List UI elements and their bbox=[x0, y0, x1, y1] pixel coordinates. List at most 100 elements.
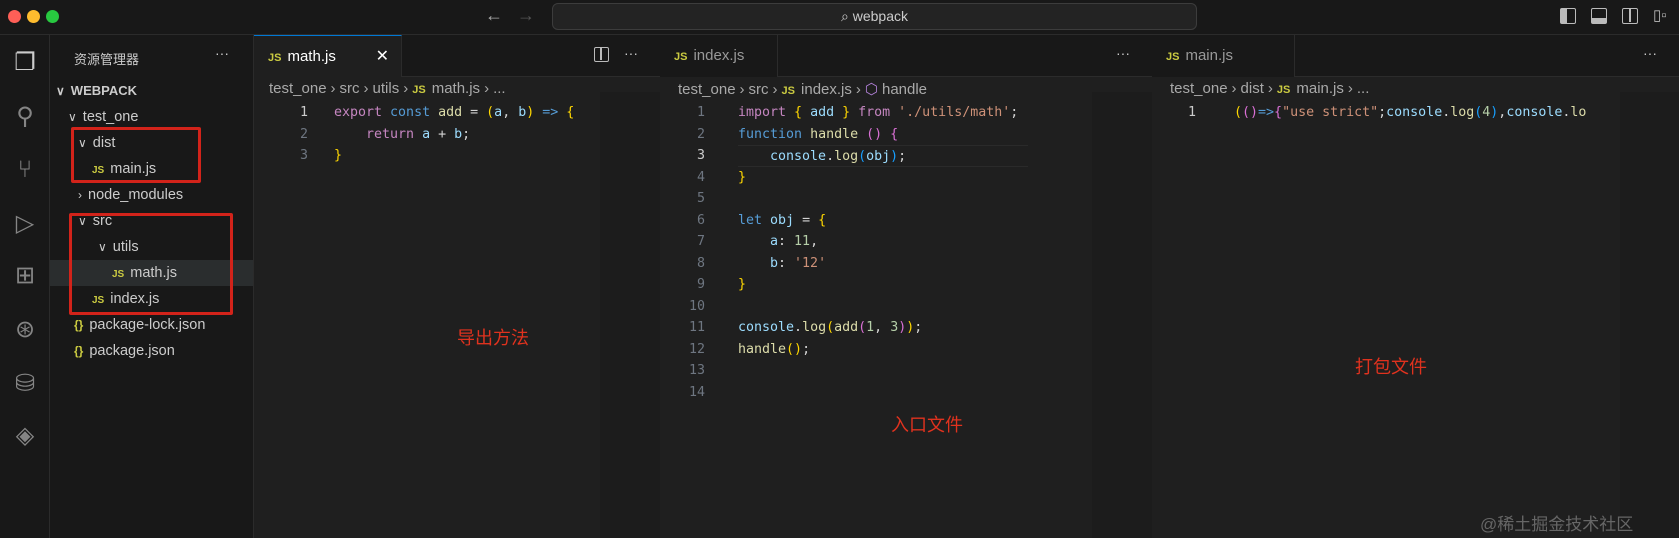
layers-icon[interactable]: ◈ bbox=[8, 419, 42, 453]
code-token: { bbox=[794, 105, 811, 120]
line-number: 2 bbox=[696, 126, 705, 142]
code-token: ( bbox=[826, 320, 835, 335]
breadcrumb-item[interactable]: ... bbox=[493, 80, 506, 97]
code-token: ( bbox=[486, 105, 495, 120]
minimap[interactable] bbox=[1092, 92, 1152, 538]
back-arrow-icon[interactable]: ← bbox=[485, 5, 503, 26]
breadcrumb-item[interactable]: ... bbox=[1357, 80, 1370, 97]
line-number: 14 bbox=[688, 384, 705, 400]
code-token: 3 bbox=[890, 320, 899, 335]
code-token: + bbox=[430, 126, 455, 142]
tree-item[interactable]: {} package.json bbox=[50, 338, 253, 364]
customize-layout-icon[interactable]: ▯▫ bbox=[1653, 6, 1667, 24]
chevron-right-icon: › bbox=[739, 81, 745, 98]
code-token: 1 bbox=[866, 320, 875, 335]
search-icon[interactable]: ⚲ bbox=[8, 100, 42, 134]
code-line[interactable]: } bbox=[738, 274, 746, 296]
code-line[interactable]: import { add } from './utils/math'; bbox=[738, 102, 1018, 124]
toggle-primary-sidebar-icon[interactable] bbox=[1560, 8, 1576, 24]
code-token: => bbox=[1258, 105, 1275, 120]
code-token: } bbox=[834, 105, 859, 120]
code-token: add bbox=[834, 320, 859, 335]
tree-item[interactable]: {} package-lock.json bbox=[50, 312, 253, 338]
code-line[interactable]: } bbox=[334, 145, 342, 167]
editor-more-button[interactable]: ··· bbox=[624, 45, 638, 61]
toggle-secondary-sidebar-icon[interactable] bbox=[1622, 8, 1638, 24]
activity-bar: ❐ ⚲ ⑂ ▷ ⊞ ⊛ ⛁ ◈ bbox=[0, 35, 50, 538]
extensions-icon[interactable]: ⊞ bbox=[8, 259, 42, 293]
annotation-export: 导出方法 bbox=[457, 328, 529, 348]
js-file-icon: JS bbox=[268, 52, 282, 64]
source-control-icon[interactable]: ⑂ bbox=[8, 153, 42, 187]
tab-main-js[interactable]: JS main.js bbox=[1152, 35, 1295, 77]
command-center-search[interactable]: ⌕ webpack bbox=[552, 3, 1197, 30]
run-debug-icon[interactable]: ▷ bbox=[8, 207, 42, 241]
git-graph-icon[interactable]: ⊛ bbox=[8, 313, 42, 347]
breadcrumb-item[interactable]: utils bbox=[373, 80, 400, 97]
breadcrumb-item[interactable]: test_one bbox=[269, 80, 327, 97]
highlight-box-dist bbox=[71, 127, 201, 183]
breadcrumb-item[interactable]: math.js bbox=[432, 80, 480, 97]
code-token: b bbox=[454, 126, 463, 142]
minimap[interactable] bbox=[1620, 92, 1679, 538]
tree-item-label: package.json bbox=[89, 343, 175, 359]
code-line[interactable]: a: 11, bbox=[738, 231, 818, 253]
json-file-icon: {} bbox=[74, 318, 84, 332]
code-token: lo bbox=[1570, 105, 1587, 120]
chevron-down-icon: ∨ bbox=[68, 110, 77, 124]
workspace-root[interactable]: ∨ WEBPACK bbox=[56, 78, 137, 104]
line-number: 3 bbox=[299, 148, 308, 163]
breadcrumb-item[interactable]: src bbox=[749, 81, 769, 98]
split-editor-icon[interactable] bbox=[594, 47, 609, 62]
code-line[interactable]: } bbox=[738, 167, 746, 189]
code-token: add bbox=[810, 105, 835, 120]
code-line[interactable]: b: '12' bbox=[738, 253, 826, 275]
code-line[interactable]: handle(); bbox=[738, 339, 810, 361]
breadcrumb-item[interactable]: handle bbox=[882, 81, 927, 98]
code-token: import bbox=[738, 105, 795, 120]
line-number: 10 bbox=[688, 298, 705, 314]
breadcrumb-item[interactable]: dist bbox=[1241, 80, 1264, 97]
breadcrumb-item[interactable]: index.js bbox=[801, 81, 852, 98]
close-window-button[interactable] bbox=[8, 10, 21, 23]
json-file-icon: {} bbox=[74, 344, 84, 358]
editor-more-button[interactable]: ··· bbox=[1116, 45, 1130, 61]
tree-item[interactable]: › node_modules bbox=[50, 182, 253, 208]
minimap[interactable] bbox=[600, 92, 660, 538]
database-icon[interactable]: ⛁ bbox=[8, 367, 42, 401]
breadcrumb-item[interactable]: main.js bbox=[1296, 80, 1344, 97]
code-line[interactable]: export const add = (a, b) => { bbox=[334, 102, 574, 124]
minimize-window-button[interactable] bbox=[27, 10, 40, 23]
code-line[interactable]: return a + b; bbox=[334, 124, 470, 146]
maximize-window-button[interactable] bbox=[46, 10, 59, 23]
chevron-right-icon: › bbox=[363, 80, 369, 97]
code-line[interactable]: console.log(add(1, 3)); bbox=[738, 317, 922, 339]
breadcrumb-item[interactable]: test_one bbox=[1170, 80, 1228, 97]
close-tab-icon[interactable]: ✕ bbox=[376, 36, 389, 78]
code-token: 11 bbox=[794, 234, 811, 249]
explorer-icon[interactable]: ❐ bbox=[8, 46, 42, 80]
editor-more-button[interactable]: ··· bbox=[1643, 45, 1657, 61]
line-number: 12 bbox=[688, 341, 705, 357]
code-line[interactable]: console.log(obj); bbox=[738, 145, 1028, 167]
code-line[interactable]: (()=>{"use strict";console.log(4),consol… bbox=[1234, 102, 1586, 124]
toggle-panel-icon[interactable] bbox=[1591, 8, 1607, 24]
code-token: , bbox=[810, 234, 819, 249]
line-number: 9 bbox=[696, 277, 705, 292]
tab-math-js[interactable]: JS math.js ✕ bbox=[254, 35, 402, 77]
forward-arrow-icon[interactable]: → bbox=[517, 5, 535, 26]
code-token: log bbox=[1450, 105, 1475, 120]
code-token: . bbox=[826, 149, 835, 164]
line-number: 3 bbox=[696, 148, 705, 163]
code-line[interactable]: let obj = { bbox=[738, 210, 826, 232]
breadcrumb-item[interactable]: test_one bbox=[678, 81, 736, 98]
tab-index-js[interactable]: JS index.js bbox=[660, 35, 778, 77]
code-token: log bbox=[834, 149, 859, 164]
code-token: b bbox=[738, 255, 779, 271]
code-line[interactable]: function handle () { bbox=[738, 124, 898, 146]
code-token: () bbox=[786, 341, 803, 357]
code-token: { bbox=[882, 126, 899, 142]
code-token: log bbox=[802, 320, 827, 335]
explorer-more-button[interactable]: ··· bbox=[215, 45, 229, 61]
breadcrumb-item[interactable]: src bbox=[340, 80, 360, 97]
